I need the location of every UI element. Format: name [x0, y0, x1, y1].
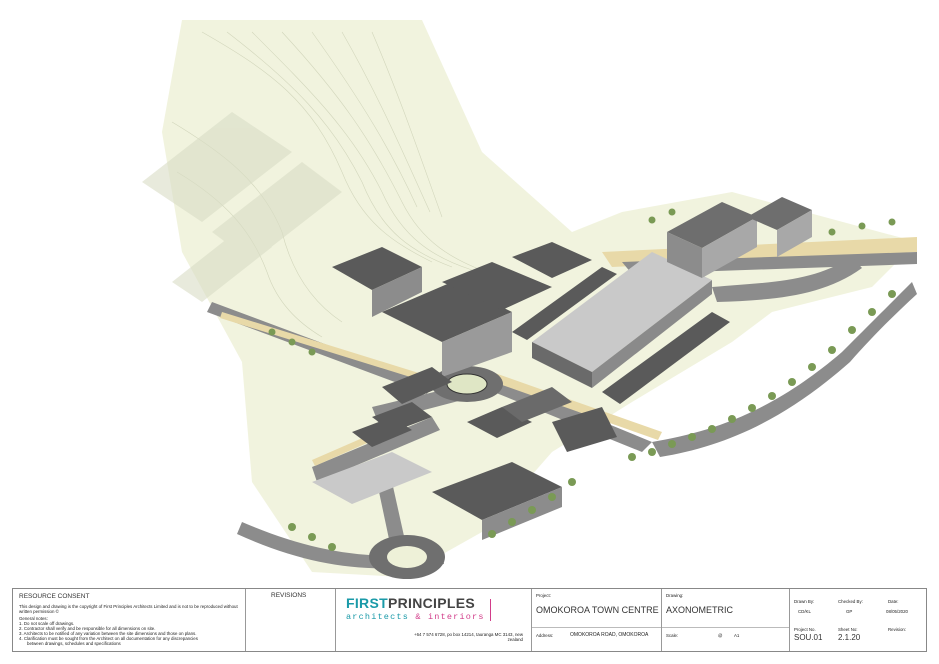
scale-value: A1: [734, 633, 740, 638]
checked-by-value: GP: [846, 609, 853, 614]
scale-at: @: [718, 633, 723, 638]
revision-label: Revision:: [888, 627, 907, 632]
revisions-label: REVISIONS: [271, 592, 307, 599]
project-no-value: SOU.01: [794, 633, 823, 642]
project-name: OMOKOROA TOWN CENTRE: [536, 605, 659, 615]
sheet-no-value: 2.1.20: [838, 633, 861, 642]
section-title: RESOURCE CONSENT: [19, 593, 90, 600]
address-label: Address:: [536, 633, 554, 638]
firm-logo-name: FIRSTPRINCIPLES: [346, 595, 475, 611]
copyright-note: This design and drawing is the copyright…: [19, 604, 238, 615]
address-value: OMOKOROA ROAD, OMOKOROA: [570, 632, 649, 638]
project-label: Project:: [536, 593, 551, 598]
revisions-cell: REVISIONS: [246, 589, 336, 651]
scale-label: Scale:: [666, 633, 679, 638]
sheet-no-label: Sheet No:: [838, 627, 858, 632]
sheet-info-cell: Drawn By: CD/KL Checked By: GP Date: 08/…: [790, 589, 926, 651]
drawn-by-label: Drawn By:: [794, 599, 815, 604]
date-value: 08/05/2020: [886, 609, 908, 614]
note-item: between drawings, schedules and specific…: [27, 641, 121, 646]
drawing-label: Drawing:: [666, 593, 684, 598]
project-no-label: Project No.: [794, 627, 816, 632]
title-block: RESOURCE CONSENT This design and drawing…: [12, 588, 927, 652]
checked-by-label: Checked By:: [838, 599, 863, 604]
firm-logo-tagline: architects & interiors: [346, 612, 485, 622]
logo-rule: [490, 599, 491, 621]
drawing-sheet: RESOURCE CONSENT This design and drawing…: [0, 0, 939, 664]
firm-contact-cont: zealand: [507, 637, 523, 642]
drawn-by-value: CD/KL: [798, 609, 811, 614]
date-label: Date:: [888, 599, 899, 604]
axonometric-site-drawing: [142, 20, 917, 579]
drawing-cell: Drawing: AXONOMETRIC Scale: @ A1: [662, 589, 790, 651]
drawing-title: AXONOMETRIC: [666, 605, 734, 615]
consent-notes-cell: RESOURCE CONSENT This design and drawing…: [13, 589, 246, 651]
project-cell: Project: OMOKOROA TOWN CENTRE Address: O…: [532, 589, 662, 651]
brand-cell: FIRSTPRINCIPLES architects & interiors +…: [336, 589, 532, 651]
